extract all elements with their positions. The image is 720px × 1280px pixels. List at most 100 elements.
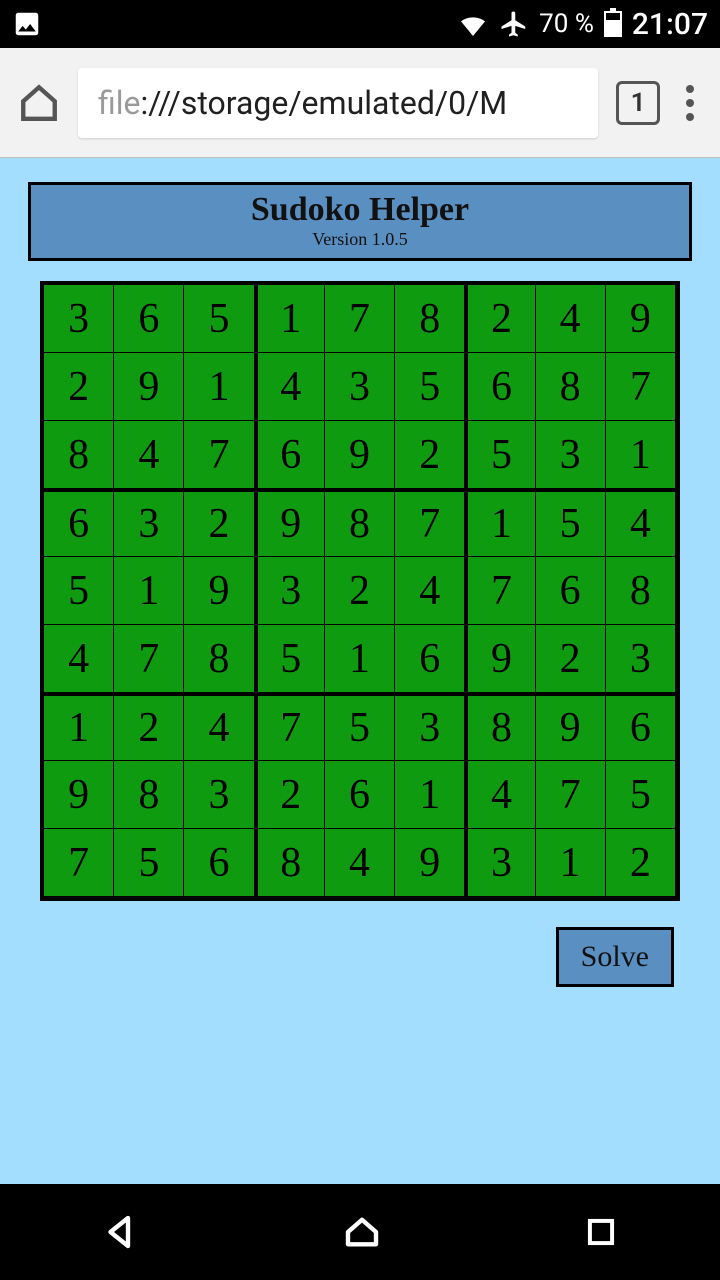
wifi-icon	[457, 8, 489, 40]
sudoku-cell[interactable]: 3	[44, 285, 114, 353]
sudoku-cell[interactable]: 4	[325, 829, 395, 897]
sudoku-cell[interactable]: 2	[536, 625, 606, 693]
sudoku-cell[interactable]: 3	[395, 693, 465, 761]
sudoku-cell[interactable]: 6	[465, 353, 535, 421]
url-scheme: file	[98, 84, 140, 122]
recent-apps-button[interactable]	[582, 1213, 620, 1251]
sudoku-cell[interactable]: 3	[184, 761, 254, 829]
sudoku-cell[interactable]: 9	[325, 421, 395, 489]
sudoku-cell[interactable]: 6	[536, 557, 606, 625]
sudoku-cell[interactable]: 7	[255, 693, 325, 761]
image-icon	[12, 9, 42, 39]
app-title: Sudoko Helper	[31, 191, 689, 229]
android-status-bar: 70 % 21:07	[0, 0, 720, 48]
sudoku-cell[interactable]: 8	[184, 625, 254, 693]
sudoku-cell[interactable]: 2	[606, 829, 676, 897]
back-button[interactable]	[100, 1211, 142, 1253]
home-icon[interactable]	[18, 82, 60, 124]
sudoku-cell[interactable]: 5	[325, 693, 395, 761]
sudoku-cell[interactable]: 1	[44, 693, 114, 761]
sudoku-cell[interactable]: 3	[325, 353, 395, 421]
sudoku-cell[interactable]: 6	[44, 489, 114, 557]
sudoku-cell[interactable]: 4	[536, 285, 606, 353]
sudoku-cell[interactable]: 2	[114, 693, 184, 761]
sudoku-cell[interactable]: 1	[255, 285, 325, 353]
sudoku-cell[interactable]: 6	[255, 421, 325, 489]
sudoku-cell[interactable]: 3	[536, 421, 606, 489]
sudoku-cell[interactable]: 6	[395, 625, 465, 693]
sudoku-cell[interactable]: 6	[114, 285, 184, 353]
sudoku-cell[interactable]: 8	[114, 761, 184, 829]
sudoku-cell[interactable]: 6	[325, 761, 395, 829]
sudoku-cell[interactable]: 6	[606, 693, 676, 761]
sudoku-cell[interactable]: 1	[606, 421, 676, 489]
sudoku-cell[interactable]: 4	[606, 489, 676, 557]
browser-toolbar: file:///storage/emulated/0/M 1	[0, 48, 720, 158]
sudoku-cell[interactable]: 7	[395, 489, 465, 557]
sudoku-cell[interactable]: 7	[465, 557, 535, 625]
sudoku-cell[interactable]: 9	[114, 353, 184, 421]
sudoku-cell[interactable]: 8	[395, 285, 465, 353]
sudoku-cell[interactable]: 7	[536, 761, 606, 829]
sudoku-cell[interactable]: 1	[114, 557, 184, 625]
sudoku-cell[interactable]: 9	[255, 489, 325, 557]
solve-button[interactable]: Solve	[556, 927, 674, 987]
sudoku-cell[interactable]: 1	[395, 761, 465, 829]
sudoku-cell[interactable]: 2	[184, 489, 254, 557]
sudoku-cell[interactable]: 4	[255, 353, 325, 421]
sudoku-cell[interactable]: 7	[44, 829, 114, 897]
battery-percent-text: 70 %	[539, 9, 594, 39]
sudoku-cell[interactable]: 8	[536, 353, 606, 421]
sudoku-cell[interactable]: 9	[536, 693, 606, 761]
sudoku-cell[interactable]: 2	[44, 353, 114, 421]
sudoku-cell[interactable]: 5	[395, 353, 465, 421]
sudoku-cell[interactable]: 9	[465, 625, 535, 693]
sudoku-cell[interactable]: 8	[606, 557, 676, 625]
sudoku-cell[interactable]: 7	[606, 353, 676, 421]
sudoku-cell[interactable]: 8	[255, 829, 325, 897]
sudoku-cell[interactable]: 8	[44, 421, 114, 489]
sudoku-cell[interactable]: 6	[184, 829, 254, 897]
sudoku-cell[interactable]: 3	[114, 489, 184, 557]
sudoku-cell[interactable]: 9	[184, 557, 254, 625]
sudoku-cell[interactable]: 3	[606, 625, 676, 693]
sudoku-cell[interactable]: 1	[465, 489, 535, 557]
sudoku-cell[interactable]: 7	[114, 625, 184, 693]
sudoku-cell[interactable]: 1	[184, 353, 254, 421]
sudoku-cell[interactable]: 3	[465, 829, 535, 897]
sudoku-cell[interactable]: 4	[114, 421, 184, 489]
sudoku-cell[interactable]: 5	[536, 489, 606, 557]
sudoku-cell[interactable]: 2	[325, 557, 395, 625]
sudoku-cell[interactable]: 5	[114, 829, 184, 897]
sudoku-cell[interactable]: 8	[325, 489, 395, 557]
sudoku-cell[interactable]: 2	[465, 285, 535, 353]
sudoku-grid: 3651782492914356878476925316329871545193…	[40, 281, 680, 901]
sudoku-cell[interactable]: 1	[325, 625, 395, 693]
home-button[interactable]	[341, 1211, 383, 1253]
sudoku-cell[interactable]: 5	[184, 285, 254, 353]
sudoku-cell[interactable]: 8	[465, 693, 535, 761]
android-nav-bar	[0, 1184, 720, 1280]
overflow-menu-button[interactable]	[678, 81, 702, 125]
sudoku-cell[interactable]: 5	[255, 625, 325, 693]
sudoku-cell[interactable]: 3	[255, 557, 325, 625]
sudoku-cell[interactable]: 5	[465, 421, 535, 489]
clock-text: 21:07	[632, 7, 708, 42]
sudoku-cell[interactable]: 5	[606, 761, 676, 829]
app-version: Version 1.0.5	[31, 229, 689, 250]
sudoku-cell[interactable]: 4	[184, 693, 254, 761]
sudoku-cell[interactable]: 2	[255, 761, 325, 829]
sudoku-cell[interactable]: 4	[465, 761, 535, 829]
sudoku-cell[interactable]: 5	[44, 557, 114, 625]
sudoku-cell[interactable]: 9	[44, 761, 114, 829]
sudoku-cell[interactable]: 9	[606, 285, 676, 353]
sudoku-cell[interactable]: 7	[184, 421, 254, 489]
sudoku-cell[interactable]: 2	[395, 421, 465, 489]
sudoku-cell[interactable]: 7	[325, 285, 395, 353]
sudoku-cell[interactable]: 1	[536, 829, 606, 897]
sudoku-cell[interactable]: 4	[395, 557, 465, 625]
url-bar[interactable]: file:///storage/emulated/0/M	[78, 68, 598, 138]
sudoku-cell[interactable]: 4	[44, 625, 114, 693]
sudoku-cell[interactable]: 9	[395, 829, 465, 897]
tab-switcher-button[interactable]: 1	[616, 81, 660, 125]
